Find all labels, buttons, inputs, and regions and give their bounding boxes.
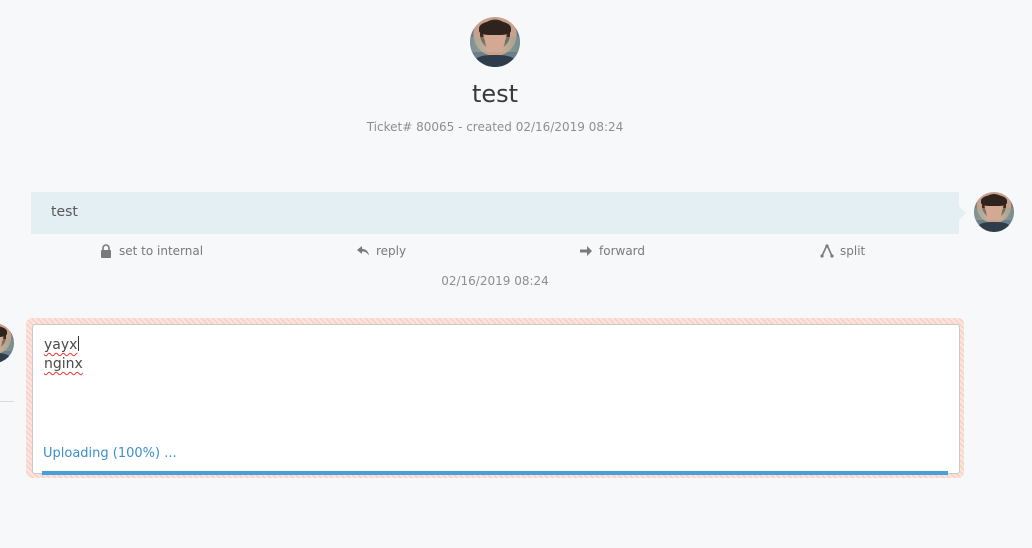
- reply-icon: [357, 246, 369, 256]
- reply-label: reply: [376, 244, 407, 258]
- set-internal-action[interactable]: set to internal: [99, 244, 203, 258]
- upload-status: Uploading (100%) ...: [43, 446, 177, 461]
- forward-arrow-icon: [580, 246, 592, 256]
- article-bubble-tail: [959, 206, 966, 220]
- upload-progress-fill: [42, 471, 948, 475]
- divider: [0, 401, 14, 402]
- reply-action[interactable]: reply: [356, 244, 406, 258]
- customer-avatar[interactable]: [470, 17, 520, 67]
- agent-avatar[interactable]: [0, 323, 14, 363]
- editor-line-2[interactable]: nginx: [44, 356, 83, 372]
- forward-label: forward: [599, 244, 646, 258]
- ticket-meta: Ticket# 80065 - created 02/16/2019 08:24: [366, 120, 624, 134]
- text-cursor: [78, 336, 80, 351]
- article-author-avatar[interactable]: [974, 192, 1014, 232]
- forward-action[interactable]: forward: [579, 244, 645, 258]
- split-icon: [820, 244, 834, 258]
- editor-line-1-text: yayx: [44, 337, 78, 353]
- upload-progress-bar: [42, 471, 948, 475]
- split-label: split: [840, 244, 866, 258]
- article-timestamp: 02/16/2019 08:24: [441, 274, 549, 288]
- article-bubble: test: [31, 192, 959, 234]
- article-body: test: [51, 204, 78, 220]
- split-action[interactable]: split: [820, 244, 865, 258]
- ticket-title[interactable]: test: [0, 80, 990, 108]
- reply-editor[interactable]: yayx nginx Uploading (100%) ...: [32, 324, 960, 474]
- editor-line-1[interactable]: yayx: [44, 336, 80, 353]
- set-internal-label: set to internal: [119, 244, 204, 258]
- lock-icon: [101, 244, 111, 258]
